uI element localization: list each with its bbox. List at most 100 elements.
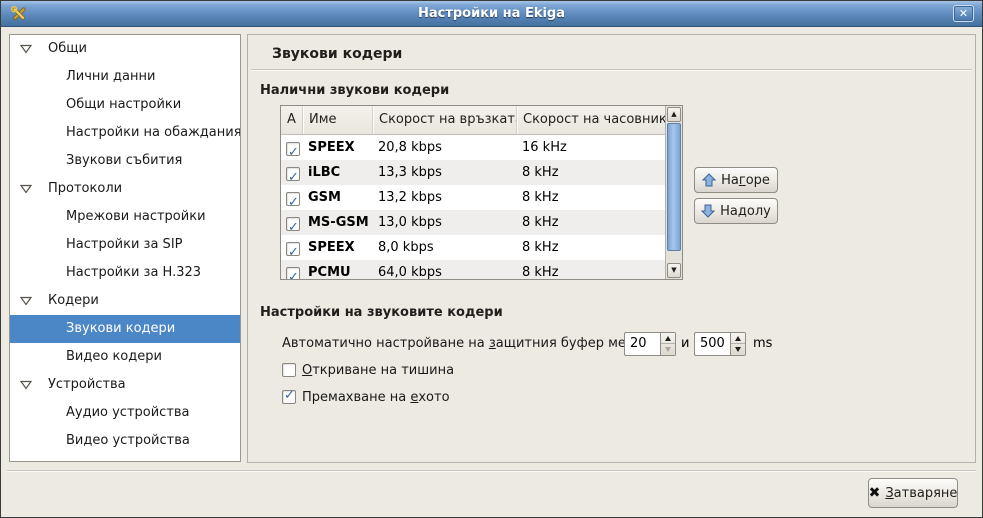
- sidebar-item-9[interactable]: Кодери: [10, 287, 240, 315]
- sidebar-item-label: Общи настройки: [66, 91, 181, 119]
- preferences-tree: ОбщиЛични данниОбщи настройкиНастройки н…: [9, 34, 241, 462]
- sidebar-item-13[interactable]: Аудио устройства: [10, 399, 240, 427]
- codec-row-4[interactable]: ✓ SPEEX 8,0 kbps 8 kHz: [281, 235, 665, 260]
- sidebar-item-4[interactable]: Звукови събития: [10, 147, 240, 175]
- sidebar-item-8[interactable]: Настройки за H.323: [10, 259, 240, 287]
- window-title: Настройки на Ekiga: [1, 6, 982, 21]
- available-codecs-section-label: Налични звукови кодери: [260, 83, 449, 98]
- move-up-label: Нагоре: [721, 173, 770, 188]
- sidebar-item-3[interactable]: Настройки на обажданията: [10, 119, 240, 147]
- column-header-clock[interactable]: Скорост на часовника: [517, 106, 668, 134]
- jitter-max-spinbox[interactable]: 500: [694, 332, 746, 356]
- codec-name: SPEEX: [308, 135, 355, 160]
- column-header-active[interactable]: A: [281, 106, 303, 134]
- sidebar-item-label: Видео устройства: [66, 427, 190, 455]
- titlebar[interactable]: Настройки на Ekiga ✕: [1, 1, 982, 27]
- jitter-buffer-label: Автоматично настройване на защитния буфе…: [282, 336, 654, 351]
- page-title: Звукови кодери: [272, 46, 402, 62]
- scroll-down-button[interactable]: ▼: [667, 263, 681, 278]
- codec-enabled-checkbox[interactable]: ✓: [286, 242, 300, 256]
- arrow-up-icon: [702, 173, 716, 187]
- codec-clock-rate: 8 kHz: [522, 235, 559, 260]
- echo-cancellation-checkbox[interactable]: ✓: [282, 390, 296, 404]
- codec-table-body: ✓ SPEEX 20,8 kbps 16 kHz ✓ iLBC 13,3 kbps 8 kHz…: [281, 135, 665, 279]
- sidebar-item-label: Лични данни: [66, 63, 155, 91]
- sidebar-item-12[interactable]: Устройства: [10, 371, 240, 399]
- spin-up-button[interactable]: [731, 333, 745, 344]
- column-header-bitrate[interactable]: Скорост на връзката: [373, 106, 517, 134]
- close-button[interactable]: ✖ Затваряне: [868, 478, 958, 508]
- codec-row-0[interactable]: ✓ SPEEX 20,8 kbps 16 kHz: [281, 135, 665, 160]
- move-down-button[interactable]: Надолу: [694, 198, 778, 224]
- spin-down-button[interactable]: [731, 344, 745, 355]
- window-close-button[interactable]: ✕: [953, 5, 974, 22]
- codec-enabled-checkbox[interactable]: ✓: [286, 192, 300, 206]
- jitter-connector-label: и: [681, 336, 689, 351]
- expander-triangle-icon[interactable]: [20, 380, 32, 390]
- jitter-max-value[interactable]: 500: [700, 336, 725, 351]
- echo-cancellation-checkbox-row[interactable]: ✓ Премахване на ехото: [282, 390, 450, 406]
- move-up-button[interactable]: Нагоре: [694, 167, 778, 193]
- expander-triangle-icon[interactable]: [20, 296, 32, 306]
- codec-bitrate: 13,3 kbps: [378, 160, 442, 185]
- scrollbar-thumb[interactable]: [667, 123, 681, 251]
- sidebar-item-7[interactable]: Настройки за SIP: [10, 231, 240, 259]
- codec-clock-rate: 8 kHz: [522, 260, 559, 279]
- sidebar-item-label: Звукови събития: [66, 147, 182, 175]
- sidebar-item-1[interactable]: Лични данни: [10, 63, 240, 91]
- codec-row-5[interactable]: ✓PCMU64,0 kbps8 kHz: [281, 260, 665, 279]
- jitter-min-value[interactable]: 20: [630, 336, 647, 351]
- spin-up-button[interactable]: [661, 333, 675, 344]
- preferences-dialog: Настройки на Ekiga ✕ ОбщиЛични данниОбщи…: [0, 0, 983, 518]
- codec-bitrate: 20,8 kbps: [378, 135, 442, 160]
- echo-cancellation-label: Премахване на ехото: [302, 390, 450, 405]
- codec-row-2[interactable]: ✓ GSM 13,2 kbps 8 kHz: [281, 185, 665, 210]
- codec-table-header: A Име Скорост на връзката Скорост на час…: [281, 106, 665, 135]
- move-down-label: Надолу: [720, 204, 771, 219]
- sidebar-item-5[interactable]: Протоколи: [10, 175, 240, 203]
- sidebar-item-6[interactable]: Мрежови настройки: [10, 203, 240, 231]
- sidebar-item-0[interactable]: Общи: [10, 35, 240, 63]
- sidebar-item-11[interactable]: Видео кодери: [10, 343, 240, 371]
- codec-name: GSM: [308, 185, 341, 210]
- codec-bitrate: 64,0 kbps: [378, 260, 442, 279]
- codec-bitrate: 8,0 kbps: [378, 235, 434, 260]
- codec-settings-section-label: Настройки на звуковите кодери: [260, 305, 503, 320]
- sidebar-item-label: Мрежови настройки: [66, 203, 206, 231]
- codec-row-1[interactable]: ✓ iLBC 13,3 kbps 8 kHz: [281, 160, 665, 185]
- codec-enabled-checkbox[interactable]: ✓: [286, 167, 300, 181]
- sidebar-item-label: Звукови кодери: [66, 315, 175, 343]
- silence-detection-checkbox[interactable]: ✓: [282, 363, 296, 377]
- arrow-down-icon: [701, 204, 715, 218]
- sidebar-item-10[interactable]: Звукови кодери: [10, 315, 240, 343]
- expander-triangle-icon[interactable]: [20, 44, 32, 54]
- spin-down-button[interactable]: [661, 344, 675, 355]
- codec-bitrate: 13,2 kbps: [378, 185, 442, 210]
- codec-clock-rate: 16 kHz: [522, 135, 567, 160]
- codec-name: SPEEX: [308, 235, 355, 260]
- expander-triangle-icon[interactable]: [20, 184, 32, 194]
- codec-clock-rate: 8 kHz: [522, 160, 559, 185]
- codec-enabled-checkbox[interactable]: ✓: [286, 267, 300, 279]
- codec-bitrate: 13,0 kbps: [378, 210, 442, 235]
- sidebar-item-14[interactable]: Видео устройства: [10, 427, 240, 455]
- jitter-min-spinbox[interactable]: 20: [624, 332, 676, 356]
- title-separator: [251, 69, 972, 71]
- codec-name: MS-GSM: [308, 210, 369, 235]
- codec-clock-rate: 8 kHz: [522, 185, 559, 210]
- codec-row-3[interactable]: ✓MS-GSM13,0 kbps8 kHz: [281, 210, 665, 235]
- codec-table: A Име Скорост на връзката Скорост на час…: [280, 105, 683, 280]
- sidebar-item-2[interactable]: Общи настройки: [10, 91, 240, 119]
- sidebar-item-label: Общи: [48, 35, 87, 63]
- sidebar-item-label: Кодери: [48, 287, 99, 315]
- silence-detection-checkbox-row[interactable]: ✓Откриване на тишина: [282, 363, 454, 379]
- codec-enabled-checkbox[interactable]: ✓: [286, 142, 300, 156]
- codec-enabled-checkbox[interactable]: ✓: [286, 217, 300, 231]
- scroll-up-button[interactable]: ▲: [667, 107, 681, 122]
- column-header-name[interactable]: Име: [303, 106, 373, 134]
- spin-arrows: [660, 333, 675, 355]
- vertical-scrollbar[interactable]: ▲ ▼: [665, 106, 682, 279]
- close-label: Затваряне: [885, 486, 957, 501]
- codec-name: iLBC: [308, 160, 340, 185]
- sidebar-item-label: Видео кодери: [66, 343, 162, 371]
